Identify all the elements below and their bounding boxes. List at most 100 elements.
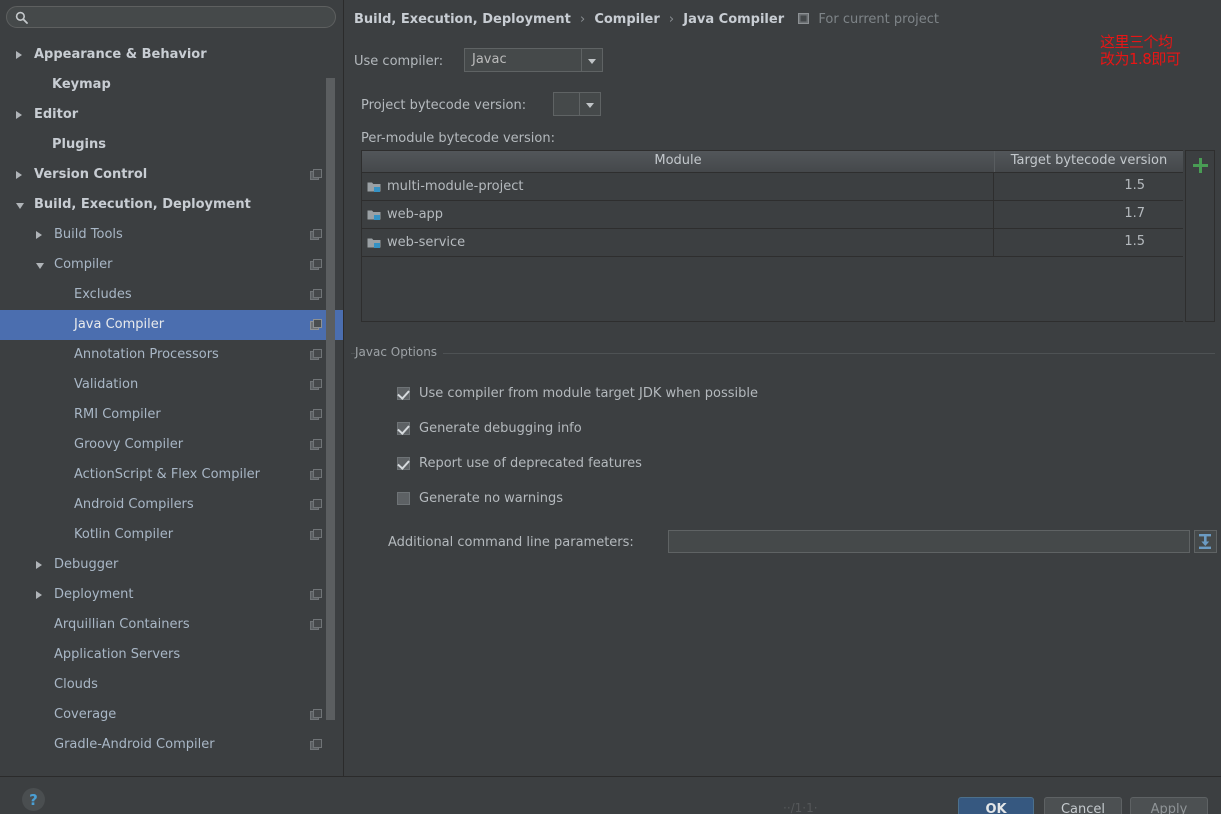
breadcrumb-segment-0[interactable]: Build, Execution, Deployment: [354, 12, 571, 27]
module-name: web-app: [387, 206, 444, 222]
table-cell-module[interactable]: web-service: [362, 229, 994, 256]
additional-params-input[interactable]: [669, 531, 1189, 552]
sidebar-scrollbar-track[interactable]: [326, 38, 339, 720]
chevron-right-icon[interactable]: [36, 561, 42, 569]
sidebar-item-java-compiler[interactable]: Java Compiler: [0, 310, 343, 340]
chevron-right-icon[interactable]: [16, 111, 22, 119]
table-row[interactable]: multi-module-project 1.5: [362, 173, 1183, 201]
sidebar-item-deployment[interactable]: Deployment: [0, 580, 343, 610]
sidebar-item-rmi-compiler[interactable]: RMI Compiler: [0, 400, 343, 430]
sidebar-item-label: Gradle-Android Compiler: [54, 737, 215, 752]
breadcrumb-segment-2: Java Compiler: [683, 12, 785, 27]
ok-button[interactable]: OK: [958, 797, 1034, 814]
sidebar-item-label: Compiler: [54, 257, 113, 272]
sidebar-item-debugger[interactable]: Debugger: [0, 550, 343, 580]
breadcrumb-segment-1[interactable]: Compiler: [594, 12, 659, 27]
checkbox-checked-icon[interactable]: [397, 422, 410, 435]
module-folder-icon: [367, 210, 381, 220]
chevron-down-icon[interactable]: [579, 93, 600, 115]
sidebar-item-gradle-android-compiler[interactable]: Gradle-Android Compiler: [0, 730, 343, 760]
project-scope-icon: [310, 169, 322, 180]
plus-icon[interactable]: [1192, 157, 1209, 174]
sidebar-item-groovy-compiler[interactable]: Groovy Compiler: [0, 430, 343, 460]
per-module-bytecode-table: Module Target bytecode version multi-mod…: [361, 150, 1183, 322]
use-compiler-value: Javac: [472, 52, 507, 67]
table-body: multi-module-project 1.5 web-app 1.7 web-ser…: [362, 173, 1183, 257]
sidebar-item-appearance-behavior[interactable]: Appearance & Behavior: [0, 40, 343, 70]
table-cell-module[interactable]: web-app: [362, 201, 994, 228]
module-name: multi-module-project: [387, 178, 524, 194]
use-compiler-combo[interactable]: Javac: [464, 48, 603, 72]
svg-text:?: ?: [29, 791, 38, 809]
sidebar-item-label: Plugins: [52, 137, 106, 152]
sidebar-item-label: Build Tools: [54, 227, 123, 242]
sidebar-item-version-control[interactable]: Version Control: [0, 160, 343, 190]
checkbox-checked-icon[interactable]: [397, 457, 410, 470]
checkbox-row[interactable]: Generate debugging info: [397, 420, 582, 437]
settings-content: Build, Execution, Deployment › Compiler …: [345, 0, 1221, 776]
sidebar-item-validation[interactable]: Validation: [0, 370, 343, 400]
project-scope-icon: [310, 529, 322, 540]
table-cell-version[interactable]: 1.7: [994, 201, 1183, 228]
sidebar-item-arquillian-containers[interactable]: Arquillian Containers: [0, 610, 343, 640]
table-row[interactable]: web-service 1.5: [362, 229, 1183, 257]
per-module-bytecode-label: Per-module bytecode version:: [361, 131, 555, 146]
chevron-right-icon[interactable]: [36, 231, 42, 239]
sidebar-item-plugins[interactable]: Plugins: [0, 130, 343, 160]
sidebar-item-annotation-processors[interactable]: Annotation Processors: [0, 340, 343, 370]
project-scope-icon: [310, 379, 322, 390]
sidebar-item-application-servers[interactable]: Application Servers: [0, 640, 343, 670]
table-cell-version[interactable]: 1.5: [994, 229, 1183, 256]
checkbox-label: Report use of deprecated features: [419, 456, 642, 471]
table-row[interactable]: web-app 1.7: [362, 201, 1183, 229]
cancel-button[interactable]: Cancel: [1044, 797, 1122, 814]
project-scope-icon: [310, 409, 322, 420]
sidebar-item-keymap[interactable]: Keymap: [0, 70, 343, 100]
checkbox-row[interactable]: Report use of deprecated features: [397, 455, 642, 472]
checkbox-row[interactable]: Generate no warnings: [397, 490, 563, 507]
search-icon: [15, 11, 28, 24]
sidebar-item-label: Groovy Compiler: [74, 437, 184, 452]
sidebar-item-label: Excludes: [74, 287, 132, 302]
chevron-down-icon[interactable]: [581, 49, 602, 71]
checkbox-checked-icon[interactable]: [397, 387, 410, 400]
sidebar-item-clouds[interactable]: Clouds: [0, 670, 343, 700]
sidebar-item-label: ActionScript & Flex Compiler: [74, 467, 261, 482]
sidebar-item-android-compilers[interactable]: Android Compilers: [0, 490, 343, 520]
sidebar-scrollbar-thumb[interactable]: [326, 78, 335, 720]
table-cell-version[interactable]: 1.5: [994, 173, 1183, 200]
sidebar-item-build-execution-deployment[interactable]: Build, Execution, Deployment: [0, 190, 343, 220]
ghost-artifact-left: ··/1·1·: [783, 801, 818, 814]
checkbox-row[interactable]: Use compiler from module target JDK when…: [397, 385, 758, 402]
column-header-module[interactable]: Module: [362, 151, 995, 172]
checkbox-label: Use compiler from module target JDK when…: [419, 386, 758, 401]
red-annotation: 这里三个均 改为1.8即可: [1100, 34, 1181, 68]
checkbox-unchecked-icon[interactable]: [397, 492, 410, 505]
sidebar-item-kotlin-compiler[interactable]: Kotlin Compiler: [0, 520, 343, 550]
chevron-down-icon[interactable]: [36, 263, 44, 269]
sidebar-item-label: Validation: [74, 377, 139, 392]
search-box[interactable]: [6, 6, 336, 28]
apply-button[interactable]: Apply: [1130, 797, 1208, 814]
search-input[interactable]: [33, 9, 327, 27]
chevron-right-icon[interactable]: [16, 51, 22, 59]
chevron-right-icon[interactable]: [36, 591, 42, 599]
project-scope-icon: [310, 349, 322, 360]
sidebar-item-build-tools[interactable]: Build Tools: [0, 220, 343, 250]
sidebar-item-compiler[interactable]: Compiler: [0, 250, 343, 280]
chevron-down-icon[interactable]: [16, 203, 24, 209]
project-bytecode-combo[interactable]: [553, 92, 601, 116]
sidebar-item-coverage[interactable]: Coverage: [0, 700, 343, 730]
additional-params-field[interactable]: [668, 530, 1190, 553]
table-toolbar: [1185, 150, 1215, 322]
additional-params-label: Additional command line parameters:: [388, 535, 634, 550]
expand-field-icon[interactable]: [1194, 530, 1217, 553]
help-question-icon[interactable]: ?: [22, 788, 45, 811]
column-header-version[interactable]: Target bytecode version: [995, 151, 1183, 172]
sidebar-item-excludes[interactable]: Excludes: [0, 280, 343, 310]
table-cell-module[interactable]: multi-module-project: [362, 173, 994, 200]
project-scope-icon: [310, 619, 322, 630]
sidebar-item-actionscript-flex-compiler[interactable]: ActionScript & Flex Compiler: [0, 460, 343, 490]
sidebar-item-editor[interactable]: Editor: [0, 100, 343, 130]
chevron-right-icon[interactable]: [16, 171, 22, 179]
